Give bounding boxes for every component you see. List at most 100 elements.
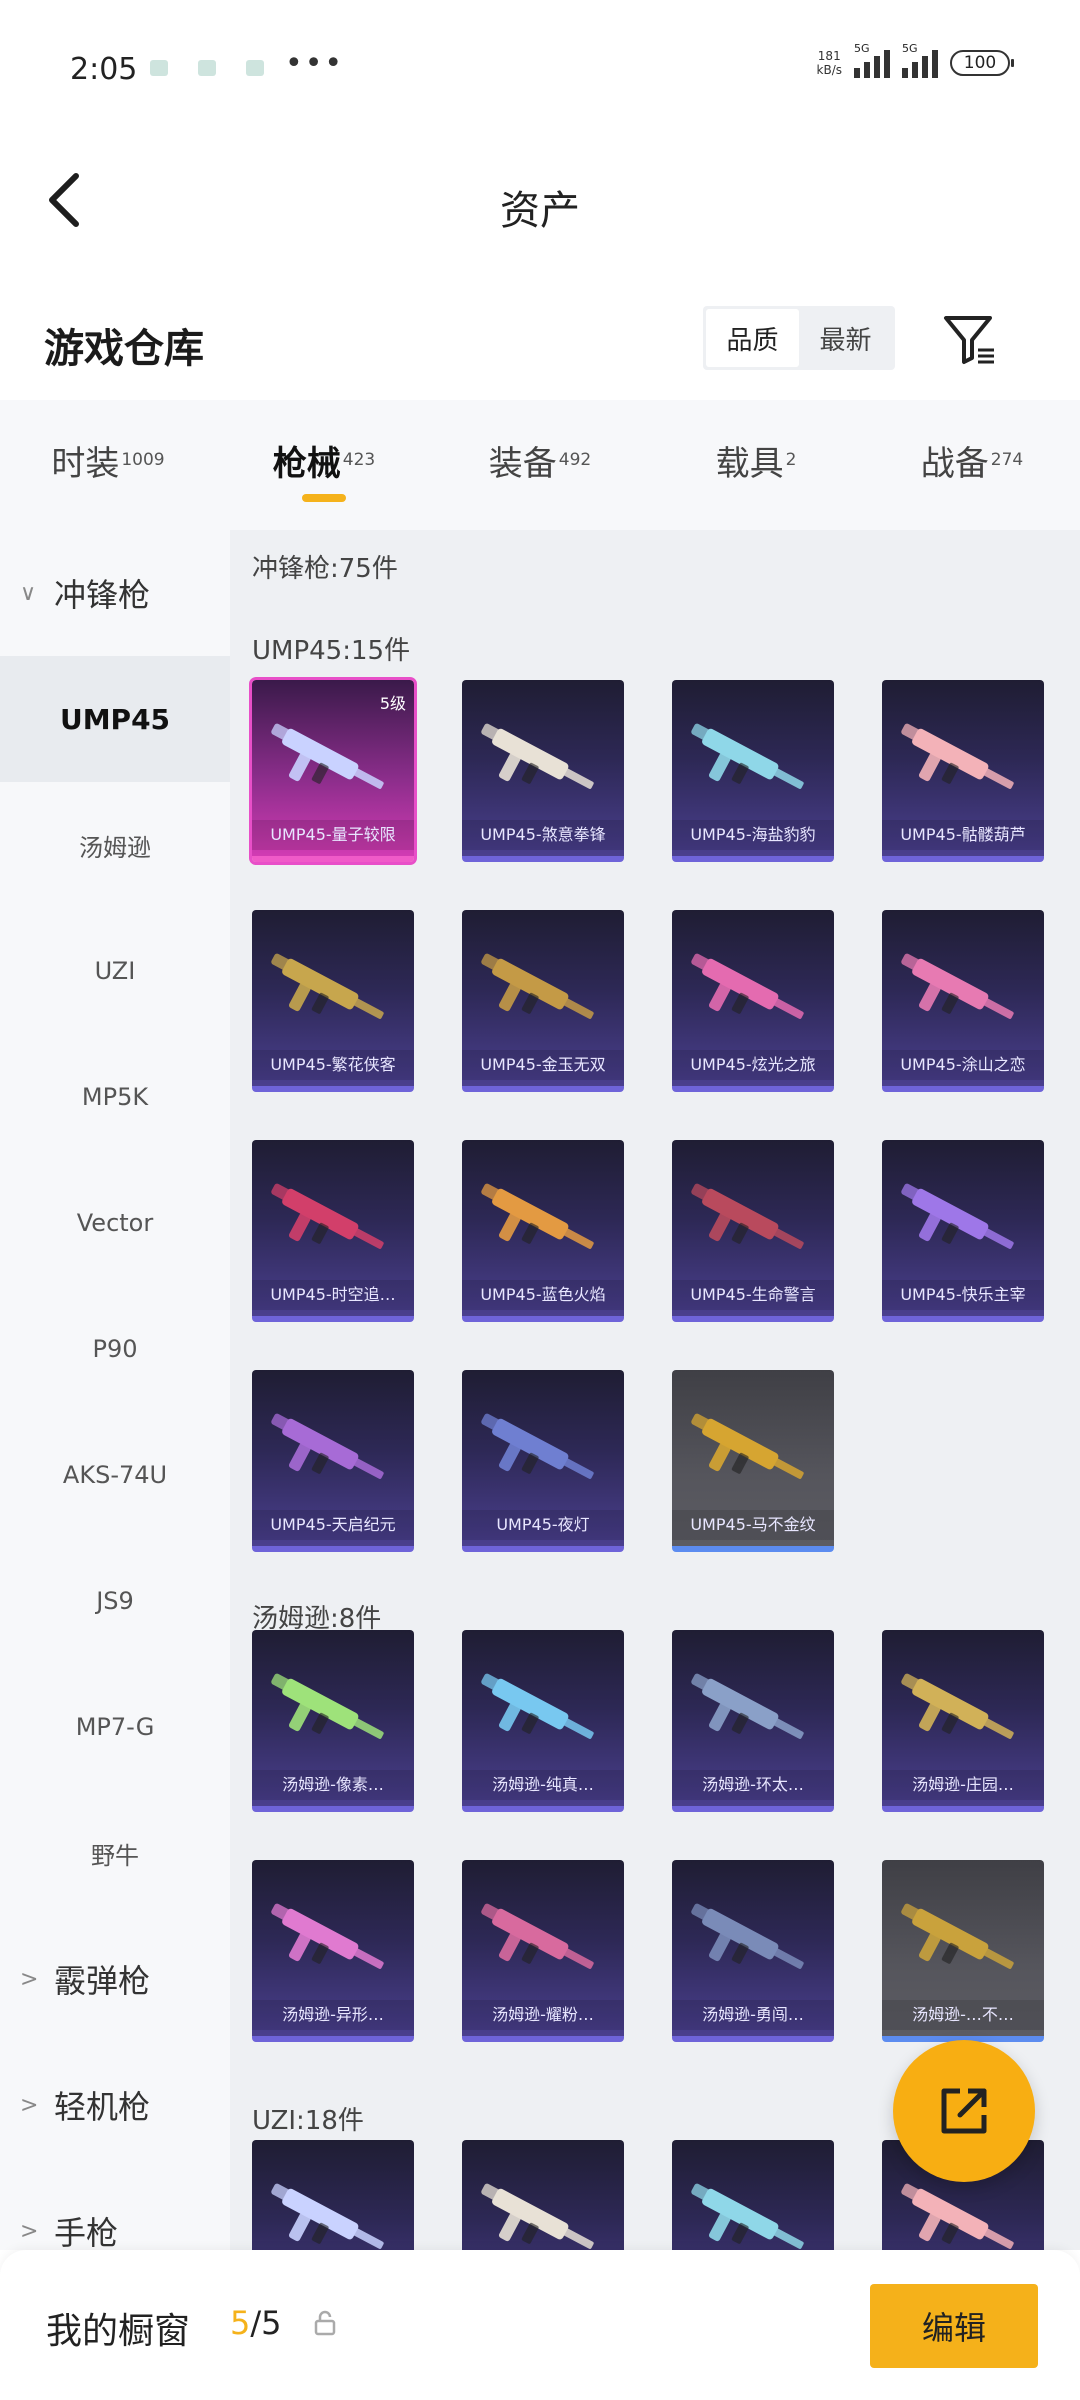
- chevron-right-icon: >: [20, 2092, 39, 2118]
- notification-icon: [246, 60, 264, 76]
- weapon-name: UMP45-天启纪元: [252, 1510, 414, 1540]
- sidebar-item-mp7g[interactable]: MP7-G: [0, 1664, 230, 1790]
- weapon-card[interactable]: 汤姆逊-…不…: [882, 1860, 1044, 2042]
- tab-firearms[interactable]: 枪械 423: [216, 400, 432, 530]
- sidebar-item-aks74u[interactable]: AKS-74U: [0, 1412, 230, 1538]
- network-speed: 181 kB/s: [816, 49, 842, 77]
- edit-button[interactable]: 编辑: [870, 2284, 1038, 2368]
- weapon-grid: 冲锋枪:75件 UMP45:15件 汤姆逊:8件 UZI:18件 5级 UMP45…: [230, 530, 1080, 2250]
- weapon-card[interactable]: UMP45-天启纪元: [252, 1370, 414, 1552]
- weapon-name: UMP45-夜灯: [462, 1510, 624, 1540]
- weapon-skin-icon: [691, 1673, 804, 1739]
- weapon-card[interactable]: 汤姆逊-纯真…: [462, 1630, 624, 1812]
- status-time: 2:05: [70, 52, 138, 87]
- sidebar-item-uzi[interactable]: UZI: [0, 908, 230, 1034]
- weapon-card[interactable]: UMP45-蓝色火焰: [462, 1140, 624, 1322]
- showcase-count: 5/5: [230, 2304, 282, 2342]
- weapon-skin-icon: [481, 1183, 594, 1249]
- sidebar-group-shotgun[interactable]: > 霰弹枪: [0, 1916, 230, 2042]
- tab-supplies[interactable]: 战备 274: [864, 400, 1080, 530]
- tab-equipment[interactable]: 装备 492: [432, 400, 648, 530]
- weapon-skin-icon: [271, 953, 384, 1019]
- weapon-name: UMP45-金玉无双: [462, 1050, 624, 1080]
- lock-icon: [314, 2310, 336, 2336]
- weapon-card[interactable]: UMP45-夜灯: [462, 1370, 624, 1552]
- sidebar-group-smg[interactable]: ∨ 冲锋枪: [0, 530, 230, 656]
- notification-icon: [150, 60, 168, 76]
- weapon-name: UMP45-煞意拳锋: [462, 820, 624, 850]
- chevron-right-icon: >: [20, 1966, 39, 1992]
- weapon-skin-icon: [481, 1413, 594, 1479]
- weapon-skin-icon: [901, 1673, 1014, 1739]
- weapon-type-sidebar: ∨ 冲锋枪 UMP45 汤姆逊 UZI MP5K Vector P90 AKS-7…: [0, 530, 230, 2250]
- share-button[interactable]: [893, 2040, 1035, 2182]
- weapon-card[interactable]: UMP45-马不金纹: [672, 1370, 834, 1552]
- weapon-skin-icon: [901, 723, 1014, 789]
- sort-newest-option[interactable]: 最新: [799, 309, 892, 367]
- weapon-card[interactable]: 汤姆逊-耀粉…: [462, 1860, 624, 2042]
- category-count-title: 冲锋枪:75件: [252, 554, 398, 584]
- weapon-skin-icon: [691, 723, 804, 789]
- weapon-skin-icon: [481, 723, 594, 789]
- weapon-card[interactable]: UMP45-快乐主宰: [882, 1140, 1044, 1322]
- sidebar-item-bizon[interactable]: 野牛: [0, 1790, 230, 1916]
- filter-button[interactable]: [940, 310, 1000, 370]
- sort-toggle: 品质 最新: [703, 306, 895, 370]
- weapon-name: UMP45-骷髅葫芦: [882, 820, 1044, 850]
- weapon-name: 汤姆逊-庄园…: [882, 1770, 1044, 1800]
- weapon-name: 汤姆逊-环太…: [672, 1770, 834, 1800]
- weapon-skin-icon: [481, 2183, 594, 2249]
- weapon-skin-icon: [691, 2183, 804, 2249]
- weapon-card[interactable]: UMP45-海盐豹豹: [672, 680, 834, 862]
- weapon-skin-icon: [901, 2183, 1014, 2249]
- weapon-card[interactable]: UMP45-涂山之恋: [882, 910, 1044, 1092]
- weapon-card[interactable]: [252, 2140, 414, 2250]
- signal-icon: 5G: [854, 42, 890, 78]
- sort-quality-option[interactable]: 品质: [706, 309, 799, 367]
- chevron-down-icon: ∨: [20, 580, 37, 606]
- weapon-card[interactable]: UMP45-骷髅葫芦: [882, 680, 1044, 862]
- weapon-card[interactable]: 汤姆逊-像素…: [252, 1630, 414, 1812]
- weapon-name: UMP45-繁花侠客: [252, 1050, 414, 1080]
- weapon-card[interactable]: UMP45-生命警言: [672, 1140, 834, 1322]
- tab-vehicles[interactable]: 载具 2: [648, 400, 864, 530]
- sidebar-item-ump45[interactable]: UMP45: [0, 656, 230, 782]
- weapon-skin-icon: [271, 1673, 384, 1739]
- status-bar: 2:05 ••• 181 kB/s 5G 5G 100: [0, 0, 1080, 120]
- weapon-card[interactable]: 汤姆逊-环太…: [672, 1630, 834, 1812]
- weapon-skin-icon: [271, 1903, 384, 1969]
- sidebar-group-pistol[interactable]: > 手枪: [0, 2168, 230, 2250]
- weapon-card[interactable]: UMP45-煞意拳锋: [462, 680, 624, 862]
- filter-icon: [944, 316, 994, 364]
- weapon-card[interactable]: 汤姆逊-庄园…: [882, 1630, 1044, 1812]
- section-title-ump45: UMP45:15件: [252, 636, 411, 666]
- sidebar-item-thompson[interactable]: 汤姆逊: [0, 782, 230, 908]
- weapon-name: UMP45-海盐豹豹: [672, 820, 834, 850]
- sidebar-item-mp5k[interactable]: MP5K: [0, 1034, 230, 1160]
- weapon-card[interactable]: 汤姆逊-异形…: [252, 1860, 414, 2042]
- weapon-name: UMP45-量子较限: [252, 820, 414, 850]
- sidebar-item-vector[interactable]: Vector: [0, 1160, 230, 1286]
- showcase-label: 我的橱窗: [46, 2311, 191, 2352]
- notification-icons: [150, 60, 264, 76]
- page-title: 资产: [500, 188, 580, 234]
- sidebar-item-js9[interactable]: JS9: [0, 1538, 230, 1664]
- sidebar-group-lmg[interactable]: > 轻机枪: [0, 2042, 230, 2168]
- weapon-card[interactable]: 汤姆逊-勇闯…: [672, 1860, 834, 2042]
- weapon-card[interactable]: UMP45-金玉无双: [462, 910, 624, 1092]
- notification-icon: [198, 60, 216, 76]
- weapon-name: 汤姆逊-勇闯…: [672, 2000, 834, 2030]
- weapon-card[interactable]: UMP45-炫光之旅: [672, 910, 834, 1092]
- weapon-name: UMP45-快乐主宰: [882, 1280, 1044, 1310]
- page-header: 资产: [0, 120, 1080, 280]
- weapon-skin-icon: [481, 1903, 594, 1969]
- weapon-card[interactable]: [672, 2140, 834, 2250]
- more-notifications-icon: •••: [285, 46, 345, 81]
- tab-fashion[interactable]: 时装 1009: [0, 400, 216, 530]
- signal-icon: 5G: [902, 42, 938, 78]
- weapon-card[interactable]: 5级 UMP45-量子较限: [249, 677, 417, 865]
- weapon-card[interactable]: UMP45-时空追…: [252, 1140, 414, 1322]
- weapon-card[interactable]: UMP45-繁花侠客: [252, 910, 414, 1092]
- weapon-card[interactable]: [462, 2140, 624, 2250]
- sidebar-item-p90[interactable]: P90: [0, 1286, 230, 1412]
